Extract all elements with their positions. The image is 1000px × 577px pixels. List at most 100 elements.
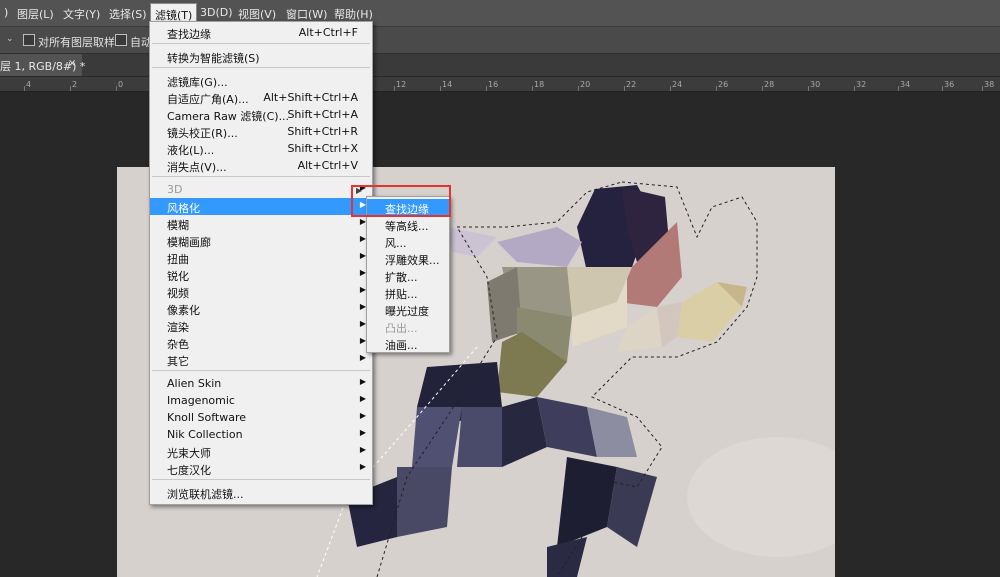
ruler-tick: 28 (764, 80, 775, 89)
submenu-arrow-icon: ▶ (359, 428, 366, 437)
menu-item-video[interactable]: 视频 ▶ (150, 283, 372, 300)
menu-item-convert-smart-filter[interactable]: 转换为智能滤镜(S) (150, 48, 372, 65)
menu-item-noise[interactable]: 杂色 ▶ (150, 334, 372, 351)
menu-item-distort[interactable]: 扭曲 ▶ (150, 249, 372, 266)
menu-item-label: Alien Skin (167, 377, 222, 390)
menu-item-3d[interactable]: 3D ▶ (150, 181, 372, 198)
menu-item-qidu-localization[interactable]: 七度汉化 ▶ (150, 460, 372, 477)
menu-view[interactable]: 视图(V) (238, 6, 276, 22)
submenu-item-label: 曝光过度 (385, 305, 429, 318)
submenu-item-label: 油画... (385, 339, 418, 352)
menu-partial[interactable]: ) (4, 6, 8, 19)
ruler-tick: 0 (118, 80, 124, 89)
menu-item-nik-collection[interactable]: Nik Collection ▶ (150, 426, 372, 443)
menu-item-label: 七度汉化 (167, 464, 211, 477)
menu-item-blur[interactable]: 模糊 ▶ (150, 215, 372, 232)
sample-all-layers-checkbox[interactable] (23, 34, 35, 46)
menu-help[interactable]: 帮助(H) (334, 6, 373, 22)
auto-checkbox[interactable] (115, 34, 127, 46)
filter-menu: 查找边缘 Alt+Ctrl+F 转换为智能滤镜(S) 滤镜库(G)... 自适应… (149, 21, 373, 505)
submenu-item-label: 凸出... (385, 322, 418, 335)
menu-item-label: 滤镜库(G)... (167, 76, 228, 89)
menu-item-imagenomic[interactable]: Imagenomic ▶ (150, 392, 372, 409)
submenu-item-extrude[interactable]: 凸出... (367, 318, 449, 335)
submenu-arrow-icon: ▶ (359, 411, 366, 420)
submenu-arrow-icon: ▶ (359, 462, 366, 471)
menu-item-stylize[interactable]: 风格化 ▶ (150, 198, 372, 215)
ruler-tick: 34 (900, 80, 911, 89)
menu-item-label: 像素化 (167, 304, 200, 317)
menu-item-other[interactable]: 其它 ▶ (150, 351, 372, 368)
ruler-tick: 24 (672, 80, 683, 89)
document-tab[interactable]: 层 1, RGB/8#) * × (0, 54, 85, 76)
submenu-arrow-icon: ▶ (359, 394, 366, 403)
menu-item-shortcut: Alt+Shift+Ctrl+A (263, 91, 358, 104)
menu-item-label: 扭曲 (167, 253, 189, 266)
menu-item-vanishing-point[interactable]: 消失点(V)... Alt+Ctrl+V (150, 157, 372, 174)
stylize-submenu: 查找边缘 等高线... 风... 浮雕效果... 扩散... 拼贴... 曝光过… (366, 196, 450, 353)
submenu-item-tiles[interactable]: 拼贴... (367, 284, 449, 301)
menu-item-beam-master[interactable]: 光束大师 ▶ (150, 443, 372, 460)
menu-item-liquify[interactable]: 液化(L)... Shift+Ctrl+X (150, 140, 372, 157)
ruler-tick: 18 (534, 80, 545, 89)
menu-item-camera-raw[interactable]: Camera Raw 滤镜(C)... Shift+Ctrl+A (150, 106, 372, 123)
menu-item-shortcut: Shift+Ctrl+R (287, 125, 358, 138)
submenu-item-label: 浮雕效果... (385, 254, 440, 267)
submenu-item-contour[interactable]: 等高线... (367, 216, 449, 233)
menu-item-label: Imagenomic (167, 394, 235, 407)
submenu-item-diffuse[interactable]: 扩散... (367, 267, 449, 284)
ruler-tick: 20 (580, 80, 591, 89)
menu-item-alien-skin[interactable]: Alien Skin ▶ (150, 375, 372, 392)
menu-window[interactable]: 窗口(W) (286, 6, 327, 22)
ruler-tick: 32 (856, 80, 867, 89)
ruler-tick: 2 (72, 80, 78, 89)
menu-item-label: 渲染 (167, 321, 189, 334)
menu-item-knoll-software[interactable]: Knoll Software ▶ (150, 409, 372, 426)
menu-3d[interactable]: 3D(D) (200, 6, 233, 19)
menu-item-pixelate[interactable]: 像素化 ▶ (150, 300, 372, 317)
menu-item-label: Nik Collection (167, 428, 243, 441)
menu-type[interactable]: 文字(Y) (63, 6, 100, 22)
menu-item-label: 光束大师 (167, 447, 211, 460)
ruler-tick: 38 (984, 80, 995, 89)
ruler-tick: 22 (626, 80, 637, 89)
menu-item-label: 镜头校正(R)... (167, 127, 238, 140)
menu-item-filter-gallery[interactable]: 滤镜库(G)... (150, 72, 372, 89)
menu-item-label: 视频 (167, 287, 189, 300)
menu-item-render[interactable]: 渲染 ▶ (150, 317, 372, 334)
menu-item-label: 转换为智能滤镜(S) (167, 52, 260, 65)
submenu-item-label: 风... (385, 237, 407, 250)
highlight-callout-box (351, 185, 451, 217)
submenu-item-oil-paint[interactable]: 油画... (367, 335, 449, 352)
menu-item-label: 模糊 (167, 219, 189, 232)
close-icon[interactable]: × (68, 58, 76, 69)
menu-item-label: Camera Raw 滤镜(C)... (167, 110, 290, 123)
chevron-down-icon[interactable]: ⌄ (6, 34, 14, 44)
menu-item-shortcut: Alt+Ctrl+V (297, 159, 358, 172)
menu-item-find-edges-last[interactable]: 查找边缘 Alt+Ctrl+F (150, 24, 372, 41)
menu-item-label: 模糊画廊 (167, 236, 211, 249)
ruler-tick: 12 (396, 80, 407, 89)
submenu-arrow-icon: ▶ (359, 445, 366, 454)
ruler-tick: 16 (488, 80, 499, 89)
menu-item-browse-online-filters[interactable]: 浏览联机滤镜... (150, 484, 372, 501)
menu-item-shortcut: Alt+Ctrl+F (298, 26, 358, 39)
submenu-item-emboss[interactable]: 浮雕效果... (367, 250, 449, 267)
menu-item-blur-gallery[interactable]: 模糊画廊 ▶ (150, 232, 372, 249)
menu-layer[interactable]: 图层(L) (17, 6, 54, 22)
menu-item-label: 3D (167, 183, 183, 196)
menu-item-label: 锐化 (167, 270, 189, 283)
menu-item-label: 杂色 (167, 338, 189, 351)
ruler-tick: 36 (944, 80, 955, 89)
menu-item-lens-correction[interactable]: 镜头校正(R)... Shift+Ctrl+R (150, 123, 372, 140)
menu-select[interactable]: 选择(S) (109, 6, 147, 22)
submenu-item-wind[interactable]: 风... (367, 233, 449, 250)
submenu-item-label: 扩散... (385, 271, 418, 284)
submenu-arrow-icon: ▶ (359, 353, 366, 362)
ruler-tick: 26 (718, 80, 729, 89)
menu-item-label: 查找边缘 (167, 28, 211, 41)
menu-item-adaptive-wide-angle[interactable]: 自适应广角(A)... Alt+Shift+Ctrl+A (150, 89, 372, 106)
menu-item-shortcut: Shift+Ctrl+X (287, 142, 358, 155)
menu-item-sharpen[interactable]: 锐化 ▶ (150, 266, 372, 283)
submenu-item-solarize[interactable]: 曝光过度 (367, 301, 449, 318)
